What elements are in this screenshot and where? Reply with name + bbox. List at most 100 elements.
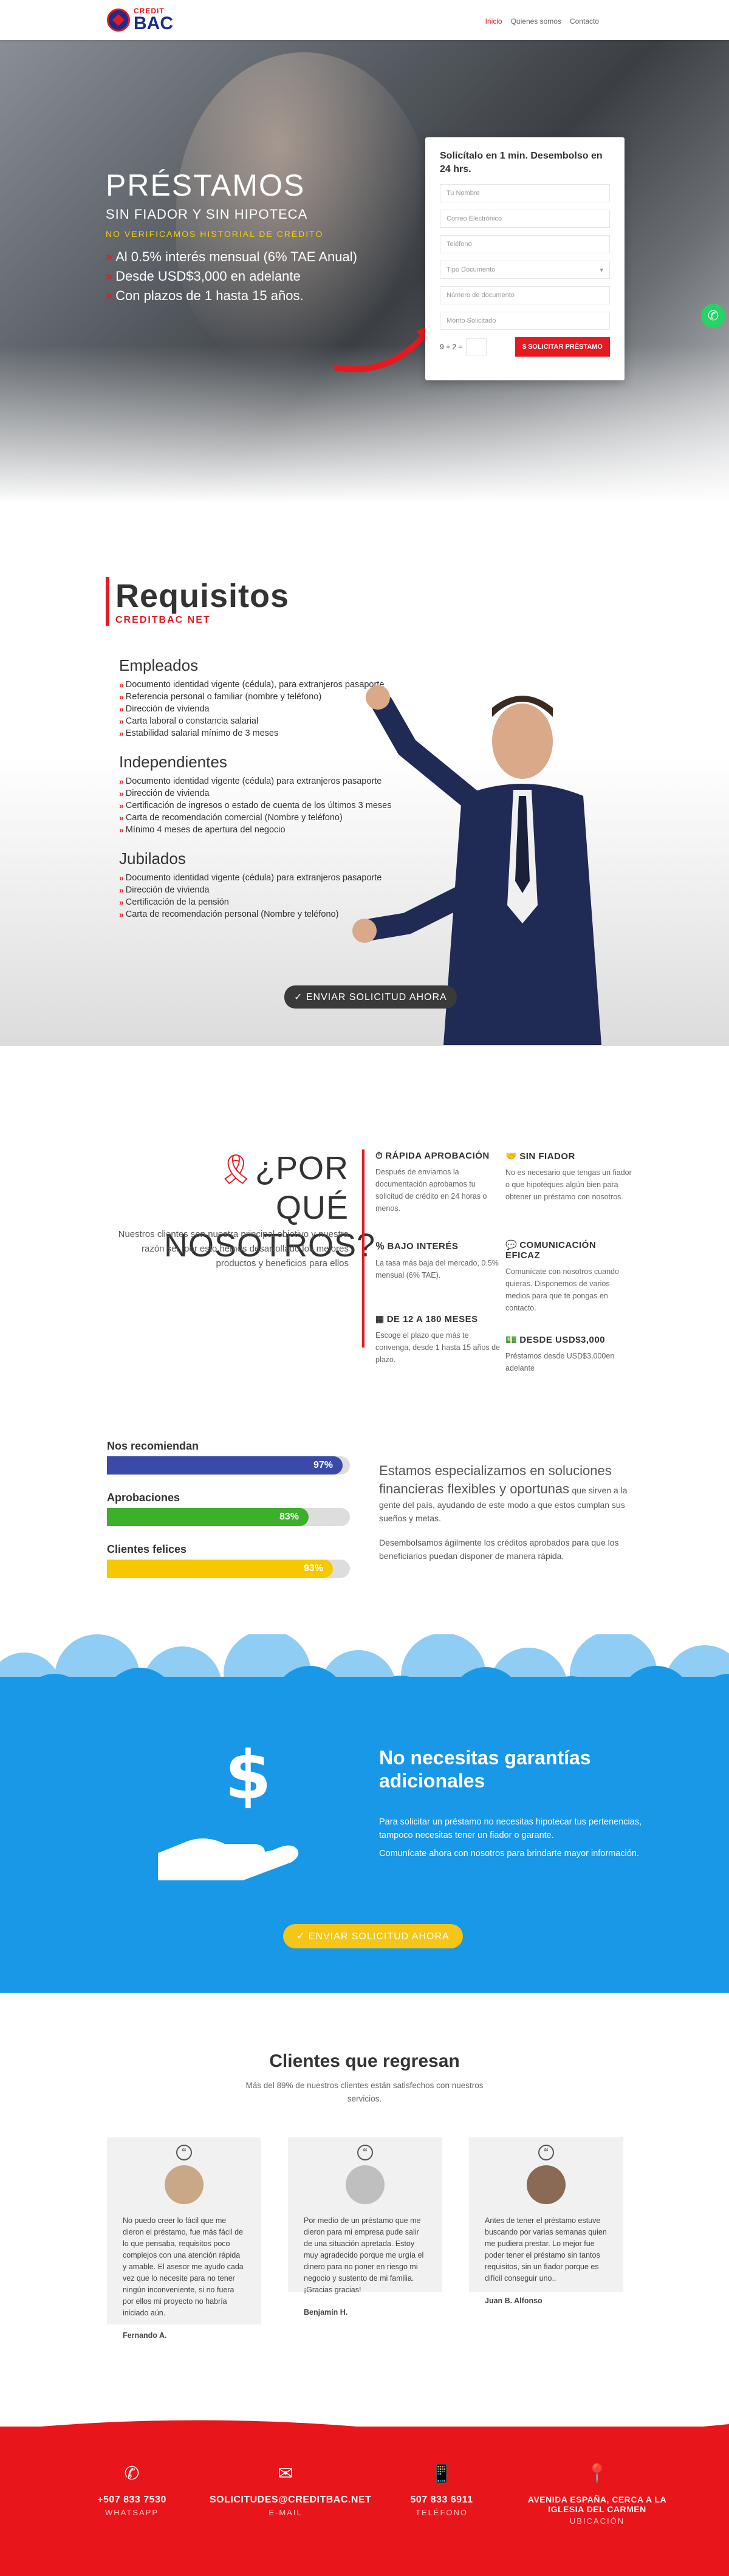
avatar [346,2165,385,2204]
requirements-header: Requisitos CREDITBAC NET [106,577,289,626]
divider [362,1149,364,1348]
stat-bar-aprobaciones: Aprobaciones 83% [107,1492,350,1526]
stats-text: Estamos especializamos en soluciones fin… [379,1462,634,1563]
mail-icon: ✉ [278,2464,293,2484]
requirements-subtitle: CREDITBAC NET [115,615,211,625]
footer-email[interactable]: ✉ SOLICITUDES@CREDITBAC.NET E-MAIL [210,2463,371,2517]
name-field[interactable]: Tu Nombre [440,184,610,203]
handshake-icon: 🤝 [505,1151,518,1162]
captcha-input[interactable] [466,338,487,356]
logo-badge-icon [107,9,130,32]
chevron-right-icon: » [106,250,112,264]
menu-item-quienes-somos[interactable]: Quienes somos [511,17,561,26]
testimonial-card: “ Antes de tener el préstamo estuve busc… [469,2137,623,2305]
testimonial-card: “ No puedo creer lo fácil que me dieron … [107,2137,261,2340]
chevron-right-icon: » [119,776,124,786]
testimonial-author: Fernando A. [123,2331,167,2340]
testimonial-author: Juan B. Alfonso [485,2297,542,2305]
menu-item-inicio[interactable]: Inicio [485,17,502,26]
requirements-section: Requisitos CREDITBAC NET Empleados » Docu… [0,547,729,1046]
dollar-icon: $ [522,343,528,351]
logo-big-text: BAC [134,13,173,33]
phone-field[interactable]: Teléfono [440,235,610,254]
chevron-right-icon: » [119,680,124,690]
email-field[interactable]: Correo Electrónico [440,210,610,228]
avatar [165,2165,204,2204]
chevron-right-icon: » [119,813,124,823]
top-nav: CREDIT BAC Inicio Quienes somos Contacto [0,0,729,40]
chevron-right-icon: » [119,873,124,883]
testimonial-text: Antes de tener el préstamo estuve buscan… [485,2216,607,2283]
chevron-right-icon: » [119,801,124,810]
bar-fill: 93% [107,1560,333,1578]
testimonials-title: Clientes que regresan [269,2051,460,2071]
hero-bullet: » Desde USD$3,000 en adelante [106,269,301,284]
percent-icon: ％ [375,1241,385,1252]
avatar [527,2165,566,2204]
guarantee-text: Para solicitar un préstamo no necesitas … [379,1817,642,1840]
chevron-right-icon: » [119,885,124,895]
guarantee-text-2: Comunícate ahora con nosotros para brind… [379,1849,639,1858]
testimonial-text: Por medio de un préstamo que me dieron p… [304,2216,424,2294]
stats-paragraph: Desembolsamos ágilmente los créditos apr… [379,1538,619,1561]
award-ribbon-icon: 🎗 [217,1154,255,1186]
hero-subtitle: SIN FIADOR Y SIN HIPOTECA [106,207,308,222]
whatsapp-icon: ✆ [124,2464,140,2484]
money-hand-icon: $ [158,1738,299,1880]
loan-request-form: Solicítalo en 1 min. Desembolso en 24 hr… [425,137,625,380]
page: { "brand": {"small": "CREDIT", "big": "B… [0,0,729,2576]
money-icon: 💵 [505,1335,518,1345]
amount-field[interactable]: Monto Solicitado [440,312,610,331]
location-icon: 📍 [586,2464,609,2484]
testimonials-subtitle: Más del 89% de nuestros clientes están s… [245,2081,484,2103]
testimonial-author: Benjamín H. [304,2308,348,2317]
hero-title: PRÉSTAMOS [106,168,306,202]
document-number-field[interactable]: Número de documento [440,286,610,305]
feature-bajo-interes: ％ BAJO INTERÉS La tasa más baja del merca… [375,1241,499,1279]
bar-fill: 97% [107,1456,343,1475]
hero-note: NO VERIFICAMOS HISTORIAL DE CRÉDITO [106,229,324,239]
captcha-question: 9 + 2 = [440,343,463,352]
footer-phone[interactable]: 📱 507 833 6911 TELÉFONO [366,2463,518,2517]
chevron-right-icon: » [119,728,124,738]
chevron-right-icon: » [119,909,124,919]
send-request-button-dark[interactable]: ✓ ENVIAR SOLICITUD AHORA [284,985,457,1009]
requirements-title: Requisitos [115,578,290,614]
bar-fill: 83% [107,1508,309,1526]
whatsapp-float-icon[interactable]: ✆ [701,304,725,328]
chevron-right-icon: » [106,289,112,303]
testimonial-card: “ Por medio de un préstamo que me dieron… [288,2137,442,2317]
chevron-right-icon: » [106,269,112,283]
chevron-right-icon: » [119,704,124,714]
document-type-select[interactable]: Tipo Documento ▾ [440,261,610,279]
stopwatch-icon: ⏱ [375,1151,383,1161]
hero-bullets: » Al 0.5% interés mensual (6% TAE Anual) … [106,249,357,307]
chevron-right-icon: » [119,789,124,798]
menu-item-contacto[interactable]: Contacto [570,17,599,26]
footer-location[interactable]: 📍 AVENIDA ESPAÑA, CERCA A LA IGLESIA DEL… [521,2463,673,2526]
feature-rapida-aprobacion: ⏱ RÁPIDA APROBACIÓN Después de enviarnos … [375,1151,490,1213]
quote-icon: “ [357,2145,373,2160]
send-request-button-yellow[interactable]: ✓ ENVIAR SOLICITUD AHORA [283,1924,463,1948]
testimonial-text: No puedo creer lo fácil que me dieron el… [123,2216,244,2317]
logo[interactable]: CREDIT BAC [107,6,173,34]
why-us-text: Nuestros clientes son nuestra principal … [118,1229,349,1269]
hero-bullet: » Con plazos de 1 hasta 15 años. [106,288,304,303]
stat-bar-clientes-felices: Clientes felices 93% [107,1543,350,1578]
submit-loan-button[interactable]: $ SOLICITAR PRÉSTAMO [515,337,610,357]
calendar-icon: ▦ [375,1314,385,1324]
feature-plazo: ▦ DE 12 A 180 MESES Escoge el plazo que m… [375,1314,501,1364]
chevron-right-icon: » [119,825,124,835]
stat-bar-recomiendan: Nos recomiendan 97% [107,1440,350,1475]
chevron-right-icon: » [119,897,124,907]
footer-whatsapp[interactable]: ✆ +507 833 7530 WHATSAPP [56,2463,208,2517]
svg-text:$: $ [225,1738,272,1814]
quote-icon: “ [538,2145,554,2160]
chevron-down-icon: ▾ [600,267,603,275]
chevron-right-icon: » [119,692,124,702]
hero-bullet: » Al 0.5% interés mensual (6% TAE Anual) [106,249,357,264]
main-menu: Inicio Quienes somos Contacto [485,17,599,26]
feature-desde-usd: 💵 DESDE USD$3,000 Préstamos desde USD$3,0… [505,1335,615,1372]
guarantee-title: No necesitas garantías adicionales [379,1747,591,1792]
feature-sin-fiador: 🤝 SIN FIADOR No es necesario que tengas u… [505,1151,632,1201]
